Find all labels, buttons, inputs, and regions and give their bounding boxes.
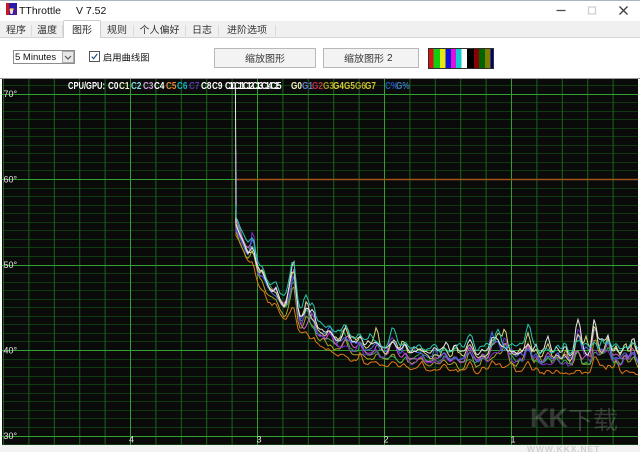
svg-text:30°: 30° xyxy=(4,431,18,441)
svg-text:40°: 40° xyxy=(4,346,18,356)
svg-text:1: 1 xyxy=(511,435,516,445)
svg-text:4: 4 xyxy=(129,435,134,445)
svg-text:50°: 50° xyxy=(4,260,18,270)
svg-text:70°: 70° xyxy=(4,89,18,99)
svg-text:2: 2 xyxy=(384,435,389,445)
svg-text:3: 3 xyxy=(257,435,262,445)
svg-text:60°: 60° xyxy=(4,175,18,185)
